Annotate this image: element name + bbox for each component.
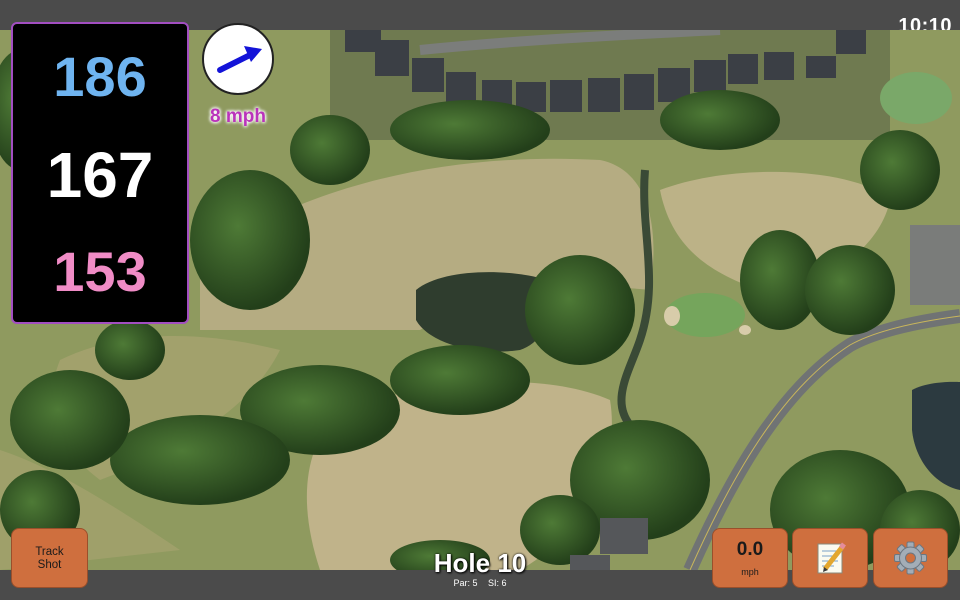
notes-button[interactable] [792,528,868,588]
yardage-panel: 186 167 153 [11,22,189,324]
hole-par: Par: 5 [453,578,478,588]
wind-indicator[interactable] [202,23,274,95]
track-shot-label-line1: Track [35,546,64,558]
speed-value: 0.0 [736,539,764,560]
wind-speed-label: 8 mph [210,106,266,127]
track-shot-label-line2: Shot [37,559,62,571]
middle-yardage: 167 [46,139,154,211]
hole-title: Hole 10 [433,548,527,578]
wind-arrow-icon [217,46,262,73]
speed-button[interactable]: 0.0 mph [712,528,788,588]
settings-button[interactable] [873,528,948,588]
front-yardage: 153 [53,240,147,303]
speed-unit: mph [741,567,759,577]
notepad-icon [817,542,846,574]
hole-info: Par: 5 SI: 6 [380,578,580,588]
track-shot-button[interactable]: Track Shot [11,528,88,588]
back-yardage: 186 [53,45,147,108]
hole-stroke-index: SI: 6 [488,578,507,588]
gear-icon [894,541,927,575]
